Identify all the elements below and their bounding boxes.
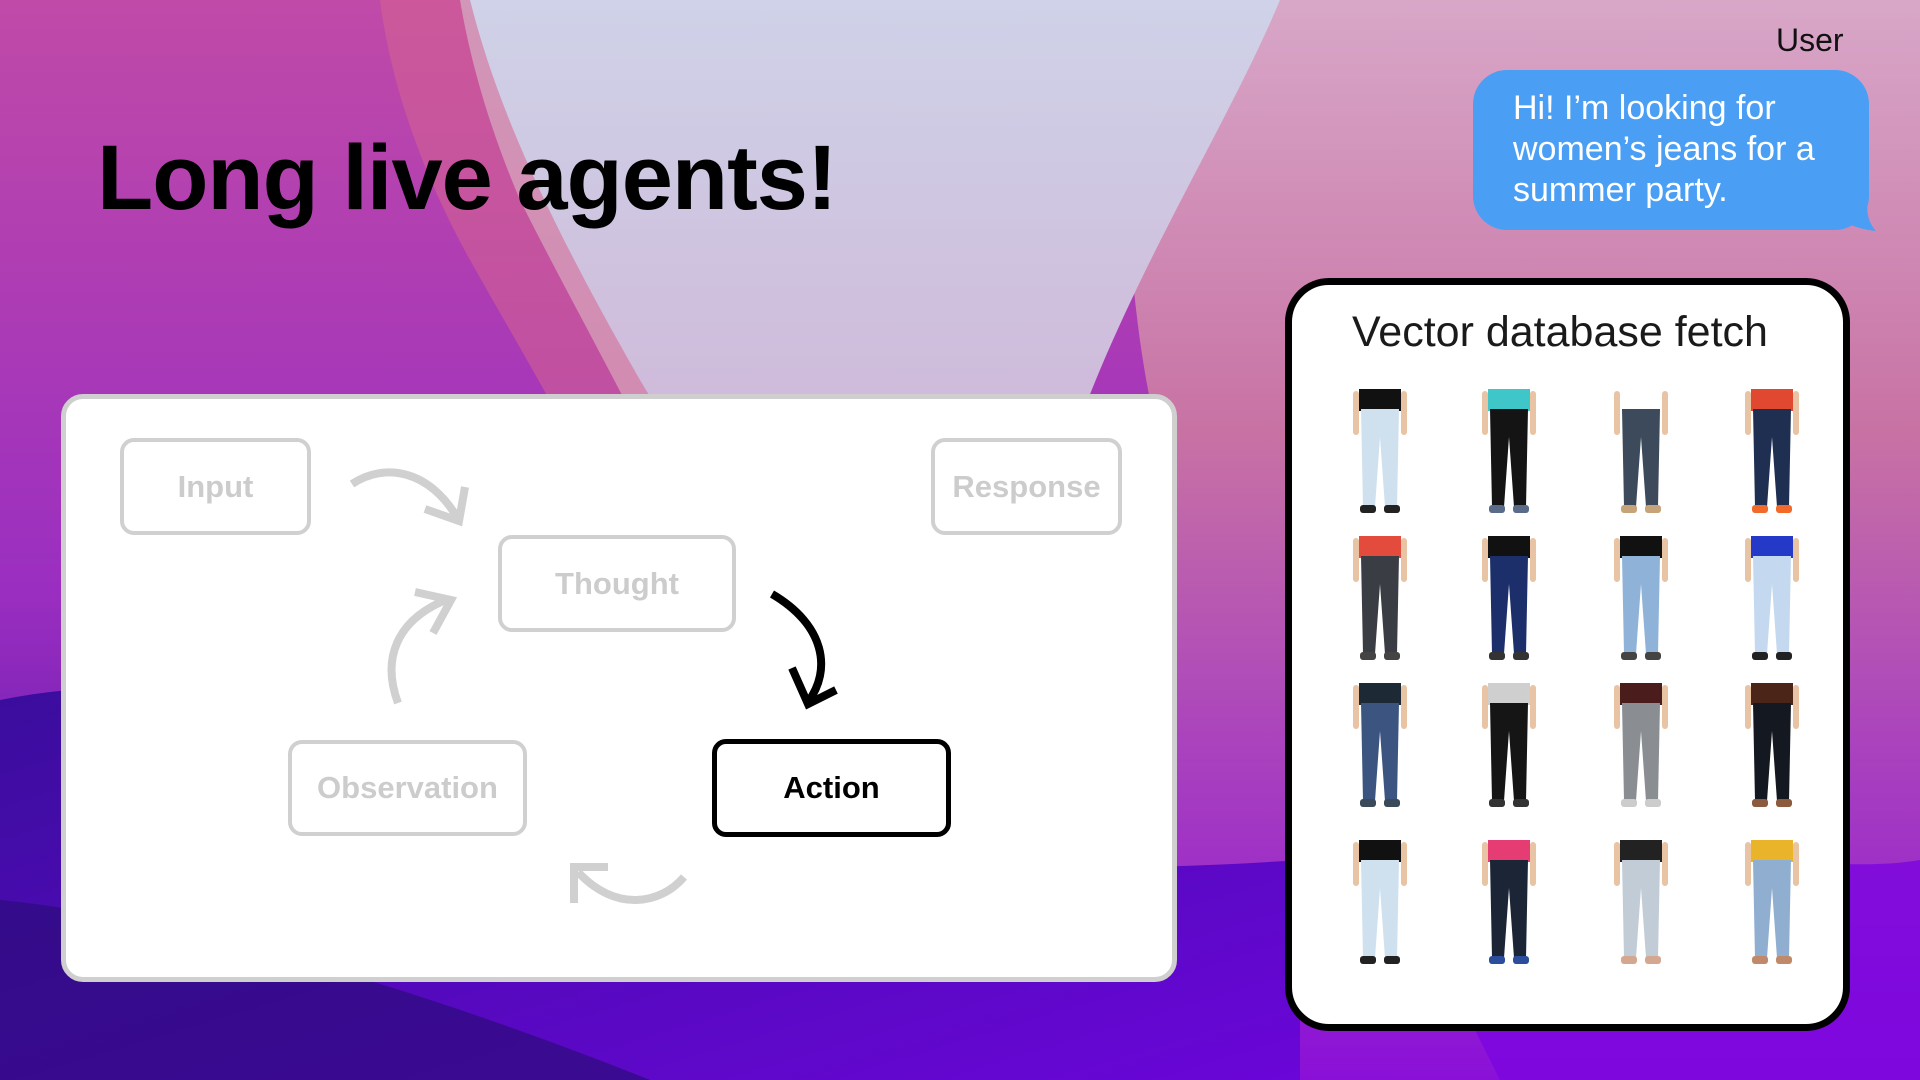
jeans-result-thumbnail[interactable] xyxy=(1737,840,1807,968)
jeans-result-thumbnail[interactable] xyxy=(1474,840,1544,968)
vector-panel-title: Vector database fetch xyxy=(1352,308,1768,356)
jeans-result-thumbnail[interactable] xyxy=(1345,536,1415,664)
jeans-result-thumbnail[interactable] xyxy=(1345,389,1415,517)
jeans-result-thumbnail[interactable] xyxy=(1737,683,1807,811)
jeans-result-thumbnail[interactable] xyxy=(1606,840,1676,968)
arrow-action-to-observation-icon xyxy=(570,863,688,904)
jeans-result-thumbnail[interactable] xyxy=(1474,536,1544,664)
jeans-result-thumbnail[interactable] xyxy=(1345,683,1415,811)
jeans-result-thumbnail[interactable] xyxy=(1737,536,1807,664)
jeans-result-thumbnail[interactable] xyxy=(1474,683,1544,811)
jeans-result-thumbnail[interactable] xyxy=(1606,683,1676,811)
jeans-result-thumbnail[interactable] xyxy=(1606,536,1676,664)
arrow-thought-to-action-icon xyxy=(769,590,838,710)
arrow-input-to-thought-icon xyxy=(349,468,469,527)
jeans-result-thumbnail[interactable] xyxy=(1606,389,1676,517)
jeans-result-thumbnail[interactable] xyxy=(1345,840,1415,968)
jeans-result-thumbnail[interactable] xyxy=(1737,389,1807,517)
jeans-result-thumbnail[interactable] xyxy=(1474,389,1544,517)
arrow-observation-to-thought-icon xyxy=(387,588,458,705)
